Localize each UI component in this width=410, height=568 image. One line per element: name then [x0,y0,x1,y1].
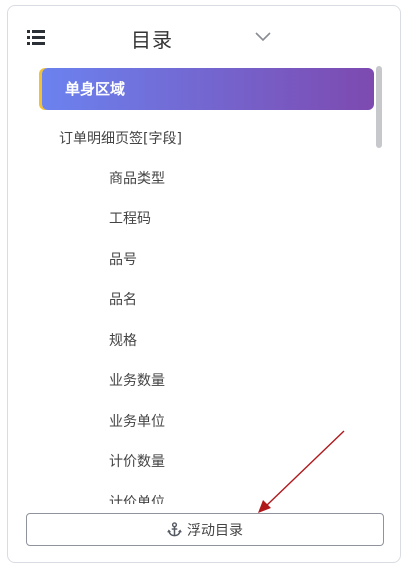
float-toc-button-label: 浮动目录 [187,522,243,539]
toc-field-item[interactable]: 品名 [109,289,137,309]
toc-title: 目录 [131,28,173,52]
toc-header: 目录 [8,6,400,64]
anchor-icon [167,522,182,537]
toc-field-item[interactable]: 工程码 [109,208,151,228]
toc-section-item[interactable]: 订单明细页签[字段] [59,128,182,148]
toc-item-active[interactable]: 单身区域 [42,68,374,110]
toc-field-item[interactable]: 商品类型 [109,168,165,188]
annotation-arrow [258,430,345,513]
toc-field-item[interactable]: 品号 [109,249,137,269]
toc-field-item[interactable]: 计价单位 [109,492,165,504]
scrollbar-thumb[interactable] [376,66,382,148]
toc-field-item[interactable]: 规格 [109,330,137,350]
toc-field-item[interactable]: 业务数量 [109,370,165,390]
toc-scrollbar[interactable] [376,66,382,502]
chevron-down-icon[interactable] [255,32,271,42]
toc-field-item[interactable]: 业务单位 [109,411,165,431]
toc-field-item[interactable]: 计价数量 [109,451,165,471]
float-toc-button[interactable]: 浮动目录 [26,513,384,546]
list-icon[interactable] [27,30,45,45]
